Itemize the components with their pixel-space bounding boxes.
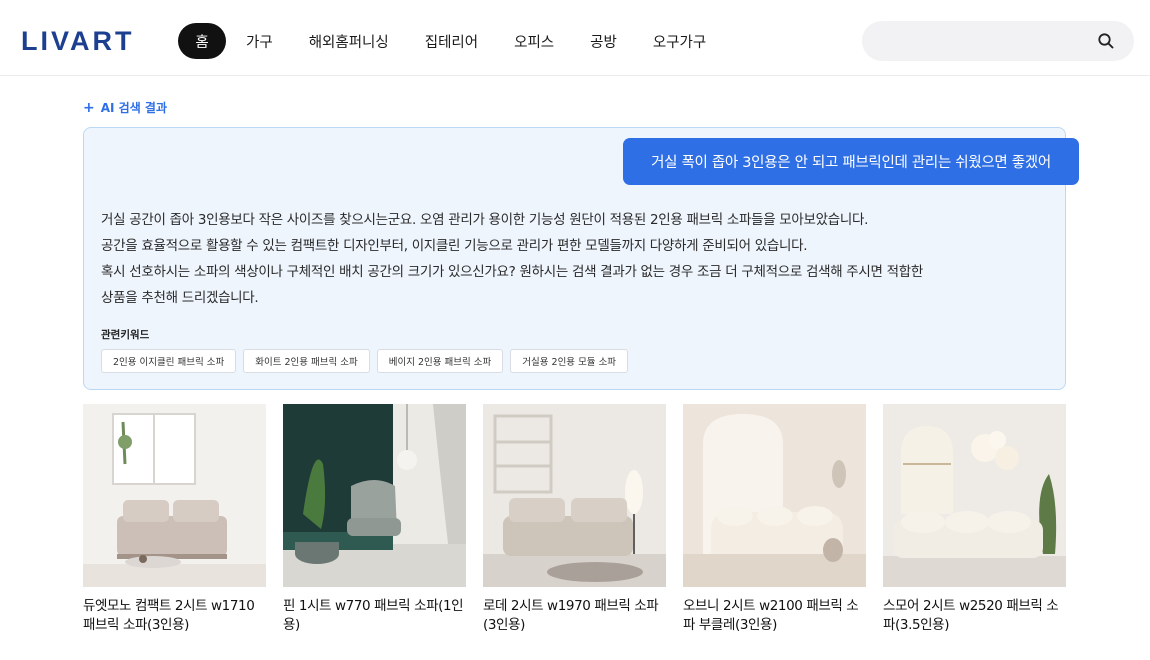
product-name[interactable]: 듀엣모노 컴팩트 2시트 w1710 패브릭 소파(3인용) xyxy=(83,597,266,635)
search-bar xyxy=(862,21,1134,61)
product-card[interactable]: 로데 2시트 w1970 패브릭 소파(3인용) xyxy=(483,404,666,635)
nav-item-home[interactable]: 홈 xyxy=(178,23,226,59)
ai-search-result-label: + AI 검색 결과 xyxy=(83,99,167,116)
product-image[interactable] xyxy=(883,404,1066,587)
ai-answer-line: 상품을 추천해 드리겠습니다. xyxy=(101,290,259,306)
product-card[interactable]: 핀 1시트 w770 패브릭 소파(1인용) xyxy=(283,404,466,635)
ai-answer-line: 혹시 선호하시는 소파의 색상이나 구체적인 배치 공간의 크기가 있으신가요?… xyxy=(101,264,924,280)
plus-icon: + xyxy=(83,99,95,116)
main-nav: 홈 가구 해외홈퍼니싱 집테리어 오피스 공방 오구가구 xyxy=(178,23,724,59)
product-name[interactable]: 오브니 2시트 w2100 패브릭 소파 부클레(3인용) xyxy=(683,597,866,635)
product-list: 듀엣모노 컴팩트 2시트 w1710 패브릭 소파(3인용) 핀 1시트 w77… xyxy=(83,404,1066,635)
product-image[interactable] xyxy=(83,404,266,587)
keyword-chip[interactable]: 화이트 2인용 패브릭 소파 xyxy=(243,349,370,373)
ai-answer-line: 공간을 효율적으로 활용할 수 있는 컴팩트한 디자인부터, 이지클린 기능으로… xyxy=(101,238,808,254)
nav-item-overseas-home-furnishing[interactable]: 해외홈퍼니싱 xyxy=(291,23,407,59)
product-card[interactable]: 듀엣모노 컴팩트 2시트 w1710 패브릭 소파(3인용) xyxy=(83,404,266,635)
user-query-bubble: 거실 폭이 좁아 3인용은 안 되고 패브릭인데 관리는 쉬웠으면 좋겠어 xyxy=(623,138,1079,185)
keyword-chip[interactable]: 베이지 2인용 패브릭 소파 xyxy=(376,349,504,373)
search-icon[interactable] xyxy=(1096,31,1116,51)
nav-item-office[interactable]: 오피스 xyxy=(496,23,572,59)
product-image[interactable] xyxy=(683,404,866,587)
livart-logo-mark: LIVART xyxy=(21,26,135,56)
logo-text: LIVART xyxy=(21,26,135,56)
related-keywords-list: 2인용 이지클린 패브릭 소파 화이트 2인용 패브릭 소파 베이지 2인용 패… xyxy=(101,349,629,373)
keyword-chip[interactable]: 2인용 이지클린 패브릭 소파 xyxy=(101,349,237,373)
related-keywords-title: 관련키워드 xyxy=(101,329,150,341)
header: LIVART 홈 가구 해외홈퍼니싱 집테리어 오피스 공방 오구가구 xyxy=(0,0,1150,76)
nav-item-home-interior[interactable]: 집테리어 xyxy=(407,23,496,59)
product-card[interactable]: 스모어 2시트 w2520 패브릭 소파(3.5인용) xyxy=(883,404,1066,635)
product-name[interactable]: 스모어 2시트 w2520 패브릭 소파(3.5인용) xyxy=(883,597,1066,635)
ai-answer: 거실 공간이 좁아 3인용보다 작은 사이즈를 찾으시는군요. 오염 관리가 용… xyxy=(101,207,981,311)
ai-label-text: AI 검색 결과 xyxy=(100,101,168,115)
search-input[interactable] xyxy=(878,21,1088,61)
nav-item-workshop[interactable]: 공방 xyxy=(572,23,635,59)
nav-item-furniture[interactable]: 가구 xyxy=(228,23,291,59)
product-image[interactable] xyxy=(483,404,666,587)
ai-answer-line: 거실 공간이 좁아 3인용보다 작은 사이즈를 찾으시는군요. 오염 관리가 용… xyxy=(101,212,869,228)
keyword-chip[interactable]: 거실용 2인용 모듈 소파 xyxy=(510,349,629,373)
product-name[interactable]: 핀 1시트 w770 패브릭 소파(1인용) xyxy=(283,597,466,635)
product-image[interactable] xyxy=(283,404,466,587)
nav-item-ogu-furniture[interactable]: 오구가구 xyxy=(635,23,724,59)
product-name[interactable]: 로데 2시트 w1970 패브릭 소파(3인용) xyxy=(483,597,666,635)
product-card[interactable]: 오브니 2시트 w2100 패브릭 소파 부클레(3인용) xyxy=(683,404,866,635)
livart-logo[interactable]: LIVART xyxy=(21,26,137,56)
